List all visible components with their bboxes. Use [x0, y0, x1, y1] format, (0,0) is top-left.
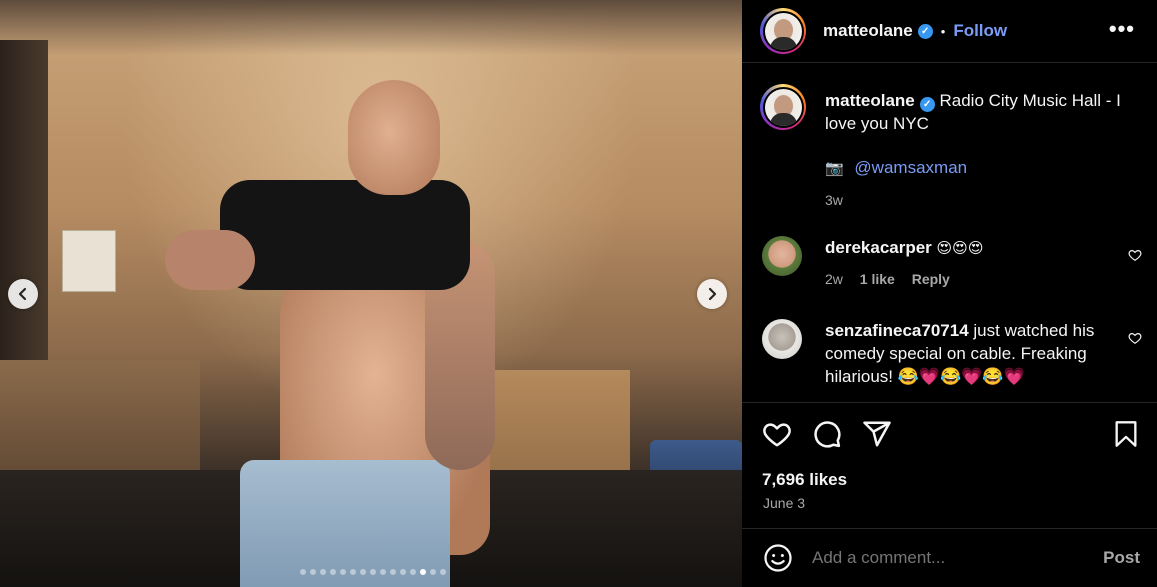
- post-caption: matteolane ✓ Radio City Music Hall - I lo…: [760, 84, 1140, 212]
- likes-count[interactable]: 7,696 likes: [762, 470, 847, 490]
- carousel-dot: [369, 569, 376, 575]
- verified-badge-icon: ✓: [919, 97, 935, 112]
- follow-button[interactable]: Follow: [953, 21, 1007, 41]
- carousel-next-button[interactable]: [697, 279, 727, 309]
- post-date[interactable]: June 3: [763, 495, 805, 511]
- avatar-image: [764, 12, 802, 50]
- commenter-avatar[interactable]: [762, 236, 802, 276]
- more-options-button[interactable]: •••: [1109, 18, 1135, 40]
- camera-icon: 📷: [825, 159, 844, 177]
- commenter-avatar[interactable]: [762, 319, 802, 359]
- carousel-dot: [339, 569, 346, 575]
- post-header: matteolane ✓ • Follow •••: [742, 0, 1157, 63]
- caption-timestamp[interactable]: 3w: [825, 189, 1140, 212]
- carousel-dot: [359, 569, 366, 575]
- carousel-dot: [439, 569, 446, 575]
- caption-username[interactable]: matteolane: [825, 91, 915, 110]
- avatar[interactable]: [760, 8, 806, 54]
- carousel-dot: [309, 569, 316, 575]
- carousel-prev-button[interactable]: [8, 279, 38, 309]
- post-actions: 7,696 likes June 3: [742, 402, 1157, 528]
- add-comment-bar: Post: [742, 528, 1157, 587]
- comment-like-icon[interactable]: [1128, 331, 1142, 345]
- carousel-dot: [319, 569, 326, 575]
- comment-likes[interactable]: 1 like: [860, 271, 895, 287]
- carousel-dot: [399, 569, 406, 575]
- comment-username[interactable]: derekacarper: [825, 238, 932, 257]
- comment-username[interactable]: senzafineca70714: [825, 321, 969, 340]
- share-paper-plane-icon[interactable]: [862, 419, 892, 449]
- separator-dot: •: [940, 23, 946, 39]
- comment-like-icon[interactable]: [1128, 248, 1142, 262]
- wall-sign: [62, 230, 116, 292]
- carousel-dot: [349, 569, 356, 575]
- carousel-dot: [419, 569, 426, 575]
- comment-time[interactable]: 2w: [825, 271, 843, 287]
- reply-button[interactable]: Reply: [912, 271, 950, 287]
- comment-input[interactable]: [812, 548, 1082, 568]
- comment-item: derekacarper 😍😍😍 2w 1 like Reply: [762, 236, 1142, 291]
- carousel-dot: [379, 569, 386, 575]
- comment-item: senzafineca70714 just watched his comedy…: [762, 319, 1142, 388]
- verified-badge-icon: ✓: [917, 23, 933, 39]
- mention-link[interactable]: @wamsaxman: [854, 158, 967, 177]
- bookmark-icon[interactable]: [1112, 419, 1140, 449]
- carousel-dot: [429, 569, 436, 575]
- emoji-smile-icon[interactable]: [763, 543, 793, 573]
- post-comment-button[interactable]: Post: [1103, 548, 1140, 568]
- post-photo[interactable]: [0, 0, 742, 587]
- carousel-dot: [299, 569, 306, 575]
- carousel-dot: [409, 569, 416, 575]
- comment-text: 😍😍😍: [936, 239, 984, 257]
- person-figure: [165, 80, 510, 587]
- chevron-right-icon: [708, 287, 717, 301]
- carousel-dots: [0, 569, 742, 575]
- header-username[interactable]: matteolane: [823, 21, 913, 41]
- caption-avatar[interactable]: [760, 84, 806, 130]
- post-panel: matteolane ✓ • Follow ••• matteolane ✓ Ra…: [742, 0, 1157, 587]
- carousel-dot: [389, 569, 396, 575]
- chevron-left-icon: [18, 287, 27, 301]
- comment-bubble-icon[interactable]: [812, 419, 842, 449]
- tshirt: [220, 180, 470, 290]
- comments-section[interactable]: matteolane ✓ Radio City Music Hall - I lo…: [742, 64, 1157, 402]
- carousel-dot: [329, 569, 336, 575]
- like-heart-icon[interactable]: [762, 419, 792, 449]
